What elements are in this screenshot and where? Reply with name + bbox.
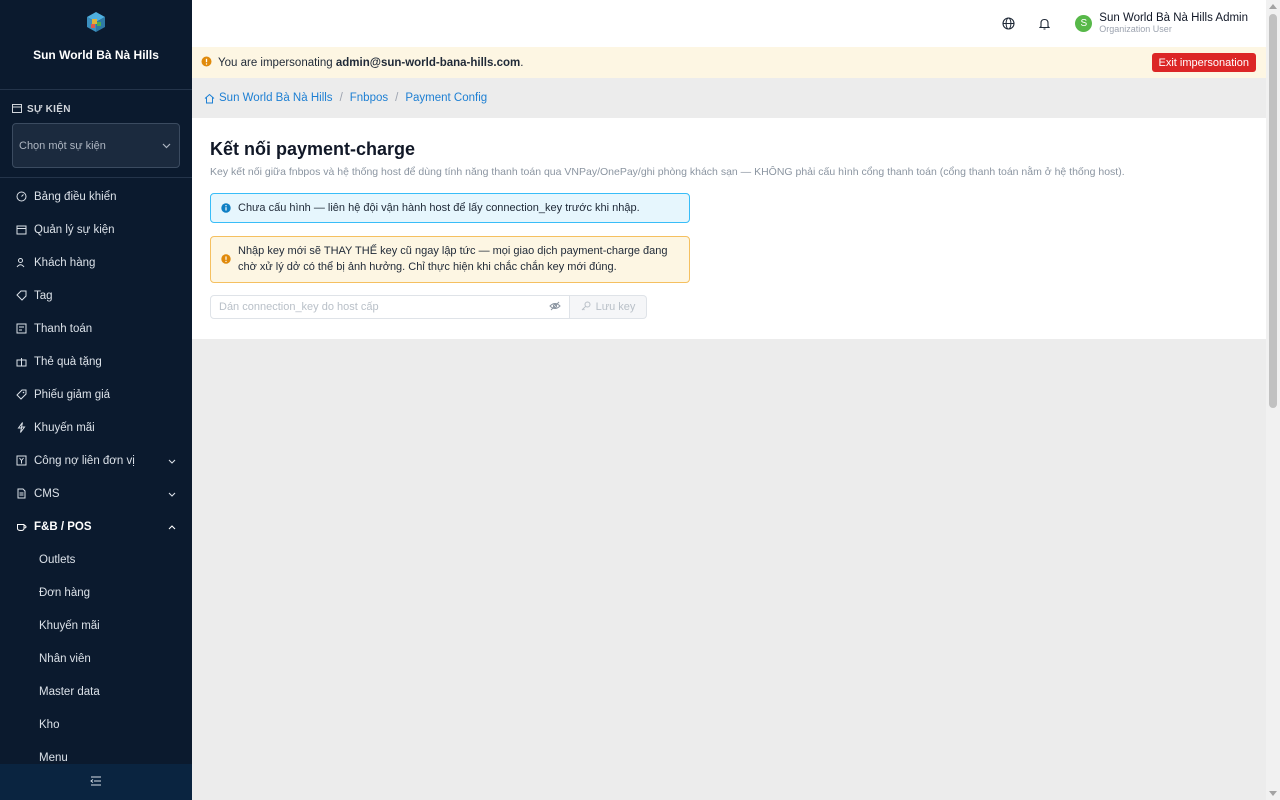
sidebar-item-label: F&B / POS	[34, 520, 92, 533]
sidebar-item-events[interactable]: Quản lý sự kiện	[0, 213, 192, 246]
warning-icon	[201, 56, 212, 70]
event-section-header: SỰ KIỆN	[12, 102, 180, 116]
sidebar-item-label: Thanh toán	[34, 322, 93, 335]
event-calendar-icon	[12, 103, 22, 116]
chevron-down-icon	[168, 455, 176, 467]
sidebar-subitem-master-data[interactable]: Master data	[0, 675, 192, 708]
sidebar-item-label: Quản lý sự kiện	[34, 223, 115, 236]
breadcrumb-link-fnbpos[interactable]: Fnbpos	[350, 92, 388, 104]
sidebar-item-cms[interactable]: CMS	[0, 477, 192, 510]
sidebar-subitem-orders[interactable]: Đơn hàng	[0, 576, 192, 609]
calendar-icon	[16, 224, 27, 235]
sidebar: Sun World Bà Nà Hills SỰ KIỆN Chọn một s…	[0, 0, 192, 800]
info-icon	[221, 202, 231, 218]
sidebar-item-label: Phiếu giảm giá	[34, 388, 111, 401]
sidebar-item-fnb-pos[interactable]: F&B / POS	[0, 510, 192, 543]
chevron-down-icon	[168, 488, 176, 500]
save-key-button[interactable]: Lưu key	[570, 295, 647, 319]
exit-impersonation-button[interactable]: Exit impersonation	[1151, 53, 1256, 72]
event-select-placeholder: Chọn một sự kiện	[19, 139, 106, 152]
sidebar-item-inter-unit-debt[interactable]: Công nợ liên đơn vị	[0, 444, 192, 477]
avatar: S	[1075, 15, 1093, 32]
impersonation-prefix: You are impersonating	[218, 56, 333, 69]
info-alert-text: Chưa cấu hình — liên hệ đội vận hành hos…	[238, 202, 640, 214]
sidebar-item-payments[interactable]: Thanh toán	[0, 312, 192, 345]
chevron-up-icon	[168, 521, 176, 533]
breadcrumb-link-org[interactable]: Sun World Bà Nà Hills	[219, 92, 333, 104]
bell-icon[interactable]	[1037, 17, 1051, 31]
impersonation-banner: You are impersonating admin@sun-world-ba…	[192, 47, 1266, 78]
payment-icon	[16, 323, 27, 334]
warning-alert-text: Nhập key mới sẽ THAY THẾ key cũ ngay lập…	[238, 245, 668, 273]
scroll-up-arrow-icon[interactable]	[1269, 4, 1277, 9]
warning-icon	[221, 253, 231, 269]
sidebar-item-coupons[interactable]: Phiếu giảm giá	[0, 378, 192, 411]
connection-key-placeholder: Dán connection_key do host cấp	[219, 301, 379, 313]
sidebar-item-label: Khuyến mãi	[34, 421, 95, 434]
sidebar-subitem-outlets[interactable]: Outlets	[0, 543, 192, 576]
brand-name: Sun World Bà Nà Hills	[33, 48, 159, 62]
breadcrumb-current[interactable]: Payment Config	[405, 92, 487, 104]
dashboard-icon	[16, 191, 27, 202]
impersonation-suffix: .	[520, 56, 524, 69]
sidebar-item-customers[interactable]: Khách hàng	[0, 246, 192, 279]
menu-collapse-icon	[90, 775, 102, 789]
breadcrumb-separator: /	[395, 92, 399, 104]
home-icon	[204, 93, 215, 104]
gift-icon	[16, 356, 27, 367]
page-title: Kết nối payment-charge	[210, 139, 416, 159]
impersonation-email: admin@sun-world-bana-hills.com	[335, 56, 521, 69]
sidebar-item-label: Bảng điều khiển	[34, 190, 117, 203]
sidebar-item-promotions[interactable]: Khuyến mãi	[0, 411, 192, 444]
document-icon	[16, 488, 27, 499]
save-key-label: Lưu key	[595, 301, 636, 313]
bolt-icon	[16, 422, 27, 433]
user-name: Sun World Bà Nà Hills Admin	[1099, 12, 1248, 24]
coffee-icon	[16, 521, 27, 532]
coupon-icon	[16, 389, 27, 400]
sidebar-item-label: Khách hàng	[34, 256, 96, 269]
payment-config-card: Kết nối payment-charge Key kết nối giữa …	[192, 118, 1266, 339]
eye-off-icon[interactable]	[549, 301, 561, 314]
tag-icon	[16, 290, 27, 301]
sidebar-item-label: Tag	[34, 289, 53, 302]
connection-key-input[interactable]: Dán connection_key do host cấp	[210, 295, 570, 319]
users-icon	[16, 257, 27, 268]
scroll-thumb[interactable]	[1269, 14, 1277, 408]
sidebar-subitem-promotions[interactable]: Khuyến mãi	[0, 609, 192, 642]
user-role: Organization User	[1099, 24, 1172, 34]
connection-key-row: Dán connection_key do host cấp Lưu key	[210, 295, 1248, 319]
brand-header: Sun World Bà Nà Hills	[0, 0, 192, 90]
breadcrumb-separator: /	[339, 92, 343, 104]
user-info: Sun World Bà Nà Hills Admin Organization…	[1099, 12, 1248, 35]
brand-logo-icon	[84, 10, 108, 34]
breadcrumb: Sun World Bà Nà Hills / Fnbpos / Payment…	[192, 78, 1266, 118]
warning-alert: Nhập key mới sẽ THAY THẾ key cũ ngay lập…	[210, 236, 690, 283]
sidebar-item-tag[interactable]: Tag	[0, 279, 192, 312]
sidebar-subitem-warehouse[interactable]: Kho	[0, 708, 192, 741]
event-select[interactable]: Chọn một sự kiện	[12, 123, 180, 168]
top-bar: S Sun World Bà Nà Hills Admin Organizati…	[192, 0, 1266, 47]
user-menu[interactable]: S Sun World Bà Nà Hills Admin Organizati…	[1075, 12, 1248, 35]
sidebar-item-gift-cards[interactable]: Thẻ quà tặng	[0, 345, 192, 378]
sidebar-item-label: Thẻ quà tặng	[34, 355, 102, 368]
event-section: SỰ KIỆN Chọn một sự kiện	[0, 90, 192, 168]
sidebar-collapse-button[interactable]	[0, 764, 192, 800]
sidebar-item-label: Công nợ liên đơn vị	[34, 454, 135, 467]
scroll-down-arrow-icon[interactable]	[1269, 791, 1277, 796]
key-icon	[581, 301, 591, 314]
chevron-down-icon	[162, 140, 171, 152]
sidebar-item-label: CMS	[34, 487, 60, 500]
page-scrollbar[interactable]	[1266, 0, 1280, 800]
sidebar-item-dashboard[interactable]: Bảng điều khiển	[0, 180, 192, 213]
sidebar-subitem-staff[interactable]: Nhân viên	[0, 642, 192, 675]
ledger-icon	[16, 455, 27, 466]
globe-icon[interactable]	[1001, 17, 1015, 31]
info-alert: Chưa cấu hình — liên hệ đội vận hành hos…	[210, 193, 690, 223]
page-description: Key kết nối giữa fnbpos và hệ thống host…	[210, 166, 1125, 178]
sidebar-menu: Bảng điều khiển Quản lý sự kiện Khách hà…	[0, 178, 192, 774]
event-section-label: SỰ KIỆN	[27, 103, 71, 115]
